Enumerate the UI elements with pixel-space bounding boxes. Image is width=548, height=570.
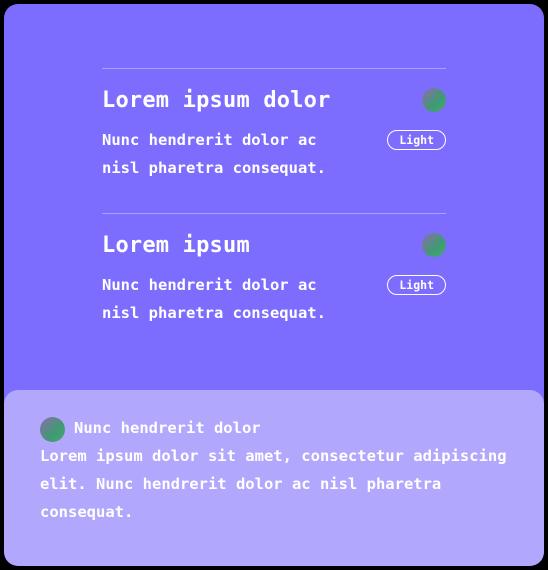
avatar-dot-icon: [422, 233, 446, 257]
card: Lorem ipsum dolor Nunc hendrerit dolor a…: [4, 4, 544, 566]
footer-panel: Nunc hendrerit dolor Lorem ipsum dolor s…: [4, 390, 544, 566]
footer-heading: Nunc hendrerit dolor: [74, 419, 261, 437]
item-description: Nunc hendrerit dolor ac nisl pharetra co…: [102, 276, 326, 322]
avatar-dot-icon: [422, 88, 446, 112]
light-badge[interactable]: Light: [387, 275, 446, 295]
avatar-icon: [40, 417, 65, 442]
divider: [102, 68, 446, 69]
divider: [102, 213, 446, 214]
item-description: Nunc hendrerit dolor ac nisl pharetra co…: [102, 131, 326, 177]
footer-body: Lorem ipsum dolor sit amet, consectetur …: [40, 447, 507, 521]
light-badge[interactable]: Light: [387, 130, 446, 150]
item-title: Lorem ipsum: [102, 233, 250, 258]
item-title: Lorem ipsum dolor: [102, 88, 331, 113]
